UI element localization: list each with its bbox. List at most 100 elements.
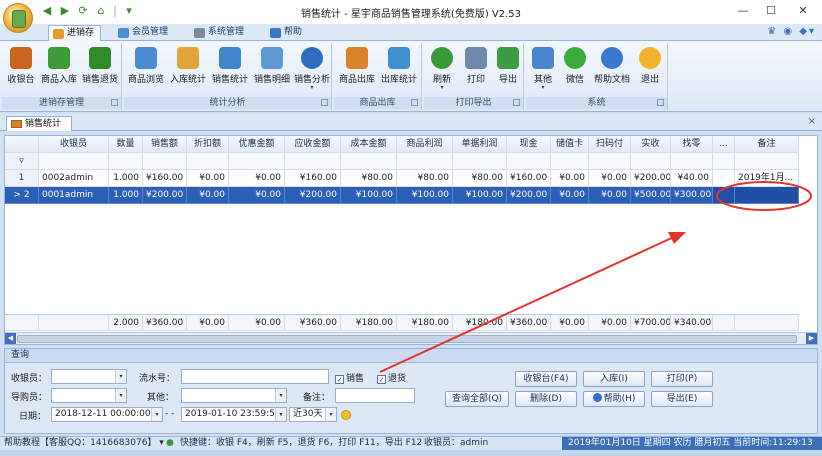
close-button[interactable]: ✕: [788, 2, 818, 20]
column-header[interactable]: [5, 136, 39, 153]
sales-return-button[interactable]: 销售退货: [80, 45, 120, 95]
table-cell[interactable]: ¥200.00: [631, 170, 671, 187]
tab-help[interactable]: 帮助: [266, 25, 308, 41]
filter-cell[interactable]: [735, 153, 799, 170]
sales-analysis-button[interactable]: 销售分析 ▾: [292, 45, 332, 95]
print-button[interactable]: 打印: [460, 45, 492, 95]
filter-cell[interactable]: [671, 153, 713, 170]
scrollbar-thumb[interactable]: [17, 335, 797, 343]
column-header[interactable]: ...: [713, 136, 735, 153]
help-tutorial-link[interactable]: 帮助教程【客服QQ：1416683076】 ▾: [4, 437, 164, 450]
summary-cell[interactable]: ¥360.00: [285, 314, 341, 331]
delete-button[interactable]: 删除(D): [515, 391, 577, 407]
filter-cell[interactable]: [631, 153, 671, 170]
column-header[interactable]: 销售额: [143, 136, 187, 153]
minimize-button[interactable]: —: [728, 2, 758, 20]
summary-cell[interactable]: ¥180.00: [341, 314, 397, 331]
table-cell[interactable]: ¥0.00: [187, 187, 229, 204]
table-cell[interactable]: ¥0.00: [229, 170, 285, 187]
horizontal-scrollbar[interactable]: ◀ ▶: [5, 332, 817, 344]
date-from-picker[interactable]: 2018-12-11 00:00:00 ▾: [51, 407, 163, 422]
column-header[interactable]: 储值卡: [551, 136, 589, 153]
help-docs-button[interactable]: 帮助文档: [590, 45, 634, 95]
other-select[interactable]: ▾: [181, 388, 287, 403]
stock-stats-button[interactable]: 入库统计: [168, 45, 208, 95]
dialog-launcher-icon[interactable]: [657, 99, 664, 106]
filter-cell[interactable]: [341, 153, 397, 170]
wechat-button[interactable]: 微信: [560, 45, 590, 95]
cashier-cell[interactable]: 0002admin: [39, 170, 109, 187]
summary-cell[interactable]: ¥360.00: [507, 314, 551, 331]
cashier-f4-button[interactable]: 收银台(F4): [515, 371, 577, 387]
sales-detail-button[interactable]: 销售明细: [252, 45, 292, 95]
table-row[interactable]: > 2 0001admin 1.000 ¥200.00 ¥0.00 ¥0.00 ¥200.0…: [5, 187, 817, 204]
table-cell[interactable]: ¥0.00: [229, 187, 285, 204]
exit-button[interactable]: 退出: [634, 45, 666, 95]
cashier-select[interactable]: ▾: [51, 369, 127, 384]
tab-members[interactable]: 会员管理: [114, 25, 174, 41]
column-header[interactable]: 商品利润: [397, 136, 453, 153]
summary-cell[interactable]: ¥0.00: [589, 314, 631, 331]
filter-cell[interactable]: [589, 153, 631, 170]
table-cell[interactable]: ¥200.00: [143, 187, 187, 204]
table-cell[interactable]: ¥0.00: [551, 170, 589, 187]
filter-cell[interactable]: [229, 153, 285, 170]
grid-summary-row[interactable]: 2.000 ¥360.00 ¥0.00 ¥0.00 ¥360.00 ¥180.00 ¥180…: [5, 314, 817, 331]
column-header[interactable]: 单据利润: [453, 136, 507, 153]
table-cell[interactable]: ¥100.00: [341, 187, 397, 204]
summary-cell[interactable]: [735, 314, 799, 331]
export-button[interactable]: 导出: [492, 45, 524, 95]
export-e-button[interactable]: 导出(E): [651, 391, 713, 407]
grid-header-row[interactable]: 收银员 数量 销售额 折扣额 优惠金额 应收金额 成本金额 商品利润 单据利润 现金 储值卡 扫码付实…: [5, 136, 817, 153]
close-icon[interactable]: ×: [808, 116, 816, 127]
filter-cell[interactable]: [551, 153, 589, 170]
help-button[interactable]: 帮助(H): [583, 391, 645, 407]
filter-cell[interactable]: [187, 153, 229, 170]
column-header[interactable]: 现金: [507, 136, 551, 153]
table-cell[interactable]: [735, 187, 799, 204]
stock-in-button[interactable]: 商品入库: [40, 45, 78, 95]
table-cell[interactable]: ¥0.00: [551, 187, 589, 204]
tab-inventory[interactable]: 进销存: [48, 25, 102, 41]
table-cell[interactable]: 1.000: [109, 170, 143, 187]
filter-cell[interactable]: [143, 153, 187, 170]
dialog-launcher-icon[interactable]: [111, 99, 118, 106]
guide-select[interactable]: ▾: [51, 388, 127, 403]
return-checkbox[interactable]: ✓ 退货: [377, 371, 406, 384]
cashier-button[interactable]: 收银台: [4, 45, 38, 95]
dialog-launcher-icon[interactable]: [411, 99, 418, 106]
scroll-left-icon[interactable]: ◀: [5, 333, 16, 344]
dialog-launcher-icon[interactable]: [321, 99, 328, 106]
table-cell[interactable]: ¥80.00: [341, 170, 397, 187]
table-cell[interactable]: ¥100.00: [397, 187, 453, 204]
column-header[interactable]: 折扣额: [187, 136, 229, 153]
table-cell[interactable]: 1.000: [109, 187, 143, 204]
table-cell[interactable]: ¥160.00: [143, 170, 187, 187]
table-cell[interactable]: ¥200.00: [507, 187, 551, 204]
table-cell[interactable]: ¥80.00: [397, 170, 453, 187]
sun-icon[interactable]: [341, 410, 351, 420]
out-stats-button[interactable]: 出库统计: [378, 45, 420, 95]
filter-cell[interactable]: [397, 153, 453, 170]
tab-system[interactable]: 系统管理: [190, 25, 250, 41]
app-menu-orb[interactable]: [3, 3, 33, 33]
serial-input[interactable]: [181, 369, 329, 384]
summary-cell[interactable]: ¥180.00: [397, 314, 453, 331]
summary-cell[interactable]: ¥0.00: [187, 314, 229, 331]
print-p-button[interactable]: 打印(P): [651, 371, 713, 387]
filter-cell[interactable]: [285, 153, 341, 170]
table-cell[interactable]: ¥300.00: [671, 187, 713, 204]
table-cell[interactable]: ¥200.00: [285, 187, 341, 204]
table-row[interactable]: 1 0002admin 1.000 ¥160.00 ¥0.00 ¥0.00 ¥160.00 ¥…: [5, 170, 817, 187]
stock-out-button[interactable]: 商品出库: [336, 45, 378, 95]
column-header[interactable]: 找零: [671, 136, 713, 153]
column-header[interactable]: 应收金额: [285, 136, 341, 153]
table-cell[interactable]: ¥0.00: [589, 187, 631, 204]
summary-cell[interactable]: ¥340.00: [671, 314, 713, 331]
row-indicator[interactable]: > 2: [5, 187, 39, 204]
filter-cell[interactable]: [507, 153, 551, 170]
scroll-right-icon[interactable]: ▶: [806, 333, 817, 344]
filter-icon[interactable]: ▿: [5, 153, 39, 170]
filter-cell[interactable]: [713, 153, 735, 170]
ribbon-style-icons[interactable]: ♛ ◉ ◆▾: [767, 26, 816, 37]
